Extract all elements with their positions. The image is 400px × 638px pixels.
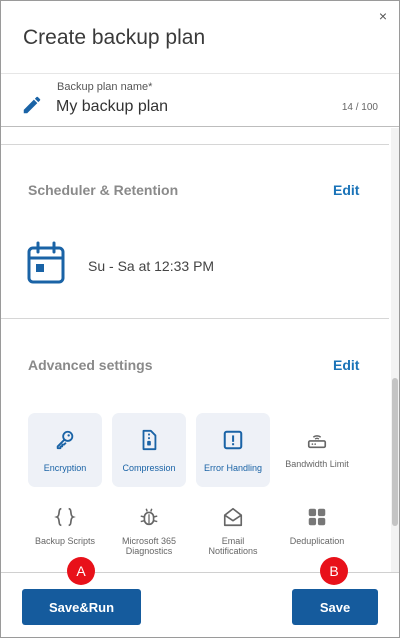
- tile-encryption[interactable]: Encryption: [28, 413, 102, 487]
- calendar-icon: [27, 241, 65, 284]
- tile-bandwidth-limit[interactable]: Bandwidth Limit: [280, 413, 354, 487]
- tile-compression[interactable]: Compression: [112, 413, 186, 487]
- marker-b: B: [320, 557, 348, 585]
- scheduler-title: Scheduler & Retention: [28, 182, 179, 198]
- plan-name-label: Backup plan name*: [57, 81, 153, 93]
- dialog-header: Create backup plan ×: [1, 1, 399, 73]
- scheduler-edit-link[interactable]: Edit: [333, 182, 359, 198]
- tile-backup-scripts[interactable]: Backup Scripts: [28, 490, 102, 564]
- tile-email-notifications[interactable]: Email Notifications: [196, 490, 270, 564]
- bug-icon: [140, 508, 158, 526]
- tile-error-handling[interactable]: Error Handling: [196, 413, 270, 487]
- section-divider: [1, 144, 389, 145]
- plan-name-field: Backup plan name* 14 / 100: [1, 73, 399, 127]
- router-icon: [307, 435, 327, 449]
- save-button[interactable]: Save: [292, 589, 378, 625]
- marker-a: A: [67, 557, 95, 585]
- save-and-run-button[interactable]: Save&Run: [22, 589, 141, 625]
- curly-braces-icon: [54, 507, 76, 527]
- tile-label: Backup Scripts: [34, 536, 96, 546]
- tile-microsoft-365-diagnostics[interactable]: Microsoft 365 Diagnostics: [112, 490, 186, 564]
- grid-blocks-icon: [308, 508, 326, 526]
- tile-label: Compression: [122, 463, 176, 473]
- tile-label: Error Handling: [203, 463, 263, 473]
- scrollbar-thumb[interactable]: [392, 378, 398, 526]
- pencil-icon: [23, 96, 41, 114]
- key-icon: [56, 430, 74, 450]
- tile-deduplication[interactable]: Deduplication: [280, 490, 354, 564]
- exclamation-icon: [223, 430, 243, 450]
- archive-file-icon: [142, 429, 157, 451]
- dialog-content: Scheduler & Retention Edit Su - Sa at 12…: [1, 128, 391, 572]
- close-icon[interactable]: ×: [379, 9, 387, 23]
- advanced-settings-title: Advanced settings: [28, 357, 153, 373]
- tile-label: Encryption: [43, 463, 87, 473]
- advanced-settings-edit-link[interactable]: Edit: [333, 357, 359, 373]
- plan-name-input[interactable]: [56, 96, 326, 118]
- tile-label: Microsoft 365 Diagnostics: [121, 536, 177, 556]
- envelope-icon: [223, 507, 243, 527]
- tile-label: Bandwidth Limit: [285, 459, 349, 469]
- section-divider: [1, 318, 389, 319]
- dialog-title: Create backup plan: [23, 26, 206, 49]
- schedule-summary: Su - Sa at 12:33 PM: [88, 258, 215, 274]
- plan-name-counter: 14 / 100: [341, 102, 378, 113]
- tile-label: Email Notifications: [208, 536, 258, 556]
- tile-label: Deduplication: [289, 536, 345, 546]
